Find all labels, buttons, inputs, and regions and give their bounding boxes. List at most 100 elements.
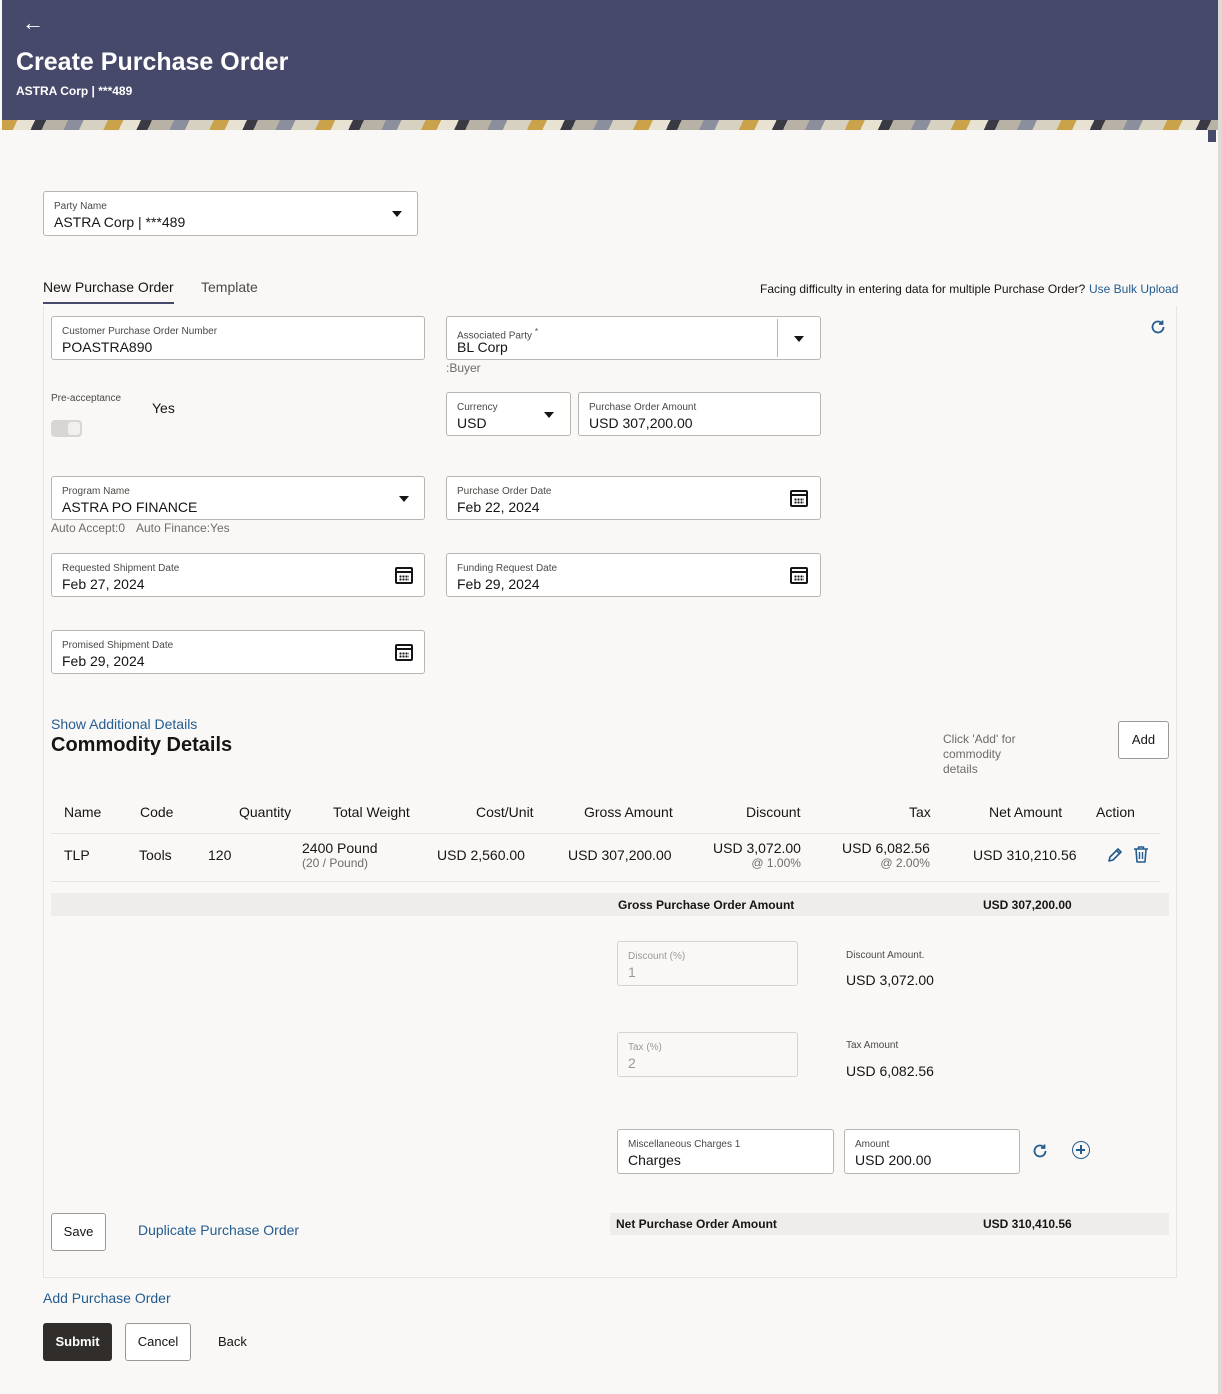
party-name-value: ASTRA Corp | ***489 <box>54 214 186 230</box>
back-arrow-icon[interactable]: ← <box>22 12 44 34</box>
associated-party-value: BL Corp <box>457 339 508 355</box>
associated-party-role: :Buyer <box>446 361 481 375</box>
customer-po-number-value: POASTRA890 <box>62 339 153 355</box>
associated-party-select[interactable]: Associated Party * BL Corp <box>446 316 821 360</box>
column-header-quantity: Quantity <box>239 804 292 820</box>
tax-amount-label: Tax Amount <box>846 1040 899 1051</box>
requested-shipment-date-label: Requested Shipment Date <box>62 563 180 574</box>
calendar-icon[interactable] <box>790 567 808 584</box>
gross-po-amount-value: USD 307,200.00 <box>983 898 1072 912</box>
save-button[interactable]: Save <box>51 1213 106 1251</box>
edit-icon[interactable] <box>1106 846 1124 864</box>
refresh-icon[interactable] <box>1149 318 1167 336</box>
column-header-action: Action <box>1096 804 1135 820</box>
tab-template[interactable]: Template <box>201 279 258 295</box>
po-date-field[interactable]: Purchase Order Date Feb 22, 2024 <box>446 476 821 520</box>
pre-acceptance-value: Yes <box>152 400 175 416</box>
back-button[interactable]: Back <box>218 1334 247 1349</box>
delete-icon[interactable] <box>1132 845 1150 864</box>
gross-po-amount-label: Gross Purchase Order Amount <box>618 898 795 912</box>
requested-shipment-date-value: Feb 27, 2024 <box>62 576 145 592</box>
po-date-value: Feb 22, 2024 <box>457 499 540 515</box>
bulk-upload-link[interactable]: Use Bulk Upload <box>1089 282 1178 296</box>
tax-percent-field[interactable]: Tax (%) 2 <box>617 1032 798 1077</box>
net-po-amount-value: USD 310,410.56 <box>983 1217 1072 1231</box>
tax-percent-label: Tax (%) <box>628 1042 662 1053</box>
currency-label: Currency <box>457 402 498 413</box>
page-subtitle: ASTRA Corp | ***489 <box>16 84 133 98</box>
currency-value: USD <box>457 415 487 431</box>
add-purchase-order-link[interactable]: Add Purchase Order <box>43 1290 171 1306</box>
customer-po-number-field[interactable]: Customer Purchase Order Number POASTRA89… <box>51 316 425 360</box>
misc-amount-field[interactable]: Amount USD 200.00 <box>844 1129 1020 1174</box>
submit-button[interactable]: Submit <box>43 1323 112 1361</box>
column-header-discount: Discount <box>746 804 801 820</box>
add-charge-icon[interactable] <box>1072 1141 1090 1159</box>
row-net-amount: USD 310,210.56 <box>973 847 1077 863</box>
table-divider <box>51 833 1160 834</box>
add-commodity-button[interactable]: Add <box>1118 721 1169 759</box>
scrollbar[interactable] <box>1208 0 1222 1394</box>
row-discount-rate: @ 1.00% <box>751 856 801 870</box>
misc-charges-field[interactable]: Miscellaneous Charges 1 Charges <box>617 1129 834 1174</box>
requested-shipment-date-field[interactable]: Requested Shipment Date Feb 27, 2024 <box>51 553 425 597</box>
calendar-icon[interactable] <box>395 567 413 584</box>
tax-amount-value: USD 6,082.56 <box>846 1063 934 1079</box>
commodity-details-title: Commodity Details <box>51 734 233 756</box>
calendar-icon[interactable] <box>790 490 808 507</box>
funding-request-date-label: Funding Request Date <box>457 563 558 574</box>
net-summary-row: Net Purchase Order Amount USD 310,410.56 <box>610 1213 1169 1235</box>
row-cost-unit: USD 2,560.00 <box>437 847 525 863</box>
net-po-amount-label: Net Purchase Order Amount <box>616 1217 777 1231</box>
table-divider <box>51 881 1160 882</box>
chevron-down-icon[interactable] <box>794 336 804 342</box>
funding-request-date-value: Feb 29, 2024 <box>457 576 540 592</box>
row-total-weight: 2400 Pound (20 / Pound) <box>302 840 378 870</box>
misc-amount-value: USD 200.00 <box>855 1152 932 1168</box>
show-additional-details-link[interactable]: Show Additional Details <box>51 716 197 732</box>
chevron-down-icon <box>392 211 402 217</box>
currency-select[interactable]: Currency USD <box>446 392 571 436</box>
duplicate-po-link[interactable]: Duplicate Purchase Order <box>138 1222 299 1238</box>
row-quantity: 120 <box>208 847 232 863</box>
auto-finance-info: Auto Finance:Yes <box>136 521 230 535</box>
column-header-cost-unit: Cost/Unit <box>476 804 534 820</box>
po-date-label: Purchase Order Date <box>457 486 552 497</box>
select-divider <box>777 319 778 357</box>
row-code: Tools <box>139 847 172 863</box>
tab-new-purchase-order[interactable]: New Purchase Order <box>43 279 174 304</box>
program-name-value: ASTRA PO FINANCE <box>62 499 198 515</box>
row-discount: USD 3,072.00 @ 1.00% <box>713 840 801 870</box>
row-tax: USD 6,082.56 @ 2.00% <box>842 840 930 870</box>
program-name-label: Program Name <box>62 486 130 497</box>
tax-percent-value: 2 <box>628 1055 636 1071</box>
pre-acceptance-toggle[interactable] <box>51 420 82 437</box>
program-name-select[interactable]: Program Name ASTRA PO FINANCE <box>51 476 425 520</box>
calendar-icon[interactable] <box>395 644 413 661</box>
chevron-down-icon <box>399 496 409 502</box>
discount-percent-field[interactable]: Discount (%) 1 <box>617 941 798 986</box>
header-pattern <box>2 120 1218 130</box>
discount-percent-label: Discount (%) <box>628 951 686 962</box>
page-header: ← Create Purchase Order ASTRA Corp | ***… <box>2 0 1218 130</box>
promised-shipment-date-field[interactable]: Promised Shipment Date Feb 29, 2024 <box>51 630 425 674</box>
po-amount-field[interactable]: Purchase Order Amount USD 307,200.00 <box>578 392 821 436</box>
chevron-down-icon <box>544 412 554 418</box>
discount-amount-value: USD 3,072.00 <box>846 972 934 988</box>
cancel-button[interactable]: Cancel <box>125 1323 191 1361</box>
misc-charges-label: Miscellaneous Charges 1 <box>628 1139 741 1150</box>
column-header-net-amount: Net Amount <box>989 804 1063 820</box>
reset-charges-icon[interactable] <box>1031 1142 1049 1160</box>
bulk-upload-hint: Facing difficulty in entering data for m… <box>760 282 1086 296</box>
party-name-select[interactable]: Party Name ASTRA Corp | ***489 <box>43 191 418 236</box>
column-header-tax: Tax <box>909 804 931 820</box>
row-weight-per-unit: (20 / Pound) <box>302 856 369 870</box>
party-name-label: Party Name <box>54 201 107 212</box>
funding-request-date-field[interactable]: Funding Request Date Feb 29, 2024 <box>446 553 821 597</box>
add-commodity-hint: Click 'Add' for commodity details <box>943 732 1016 776</box>
column-header-code: Code <box>140 804 174 820</box>
column-header-name: Name <box>64 804 102 820</box>
gross-summary-row: Gross Purchase Order Amount USD 307,200.… <box>51 893 1169 916</box>
misc-charges-value: Charges <box>628 1152 681 1168</box>
row-tax-rate: @ 2.00% <box>880 856 930 870</box>
